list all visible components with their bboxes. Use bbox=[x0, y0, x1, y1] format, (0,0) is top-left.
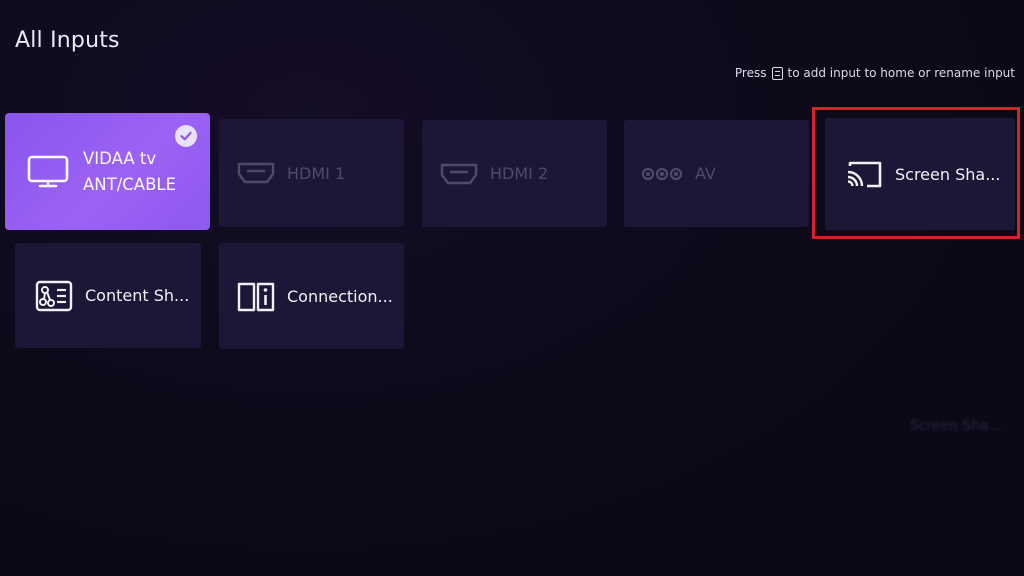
hint-text: Press to add input to home or rename inp… bbox=[735, 66, 1015, 80]
app-label-content-share: Content Sh... bbox=[85, 286, 190, 305]
input-label-line1: VIDAA tv bbox=[83, 148, 157, 168]
input-label-line2: ANT/CABLE bbox=[83, 174, 177, 194]
hdmi-icon bbox=[440, 162, 478, 186]
input-tile-hdmi-2[interactable]: HDMI 2 bbox=[422, 120, 607, 227]
app-tile-content-share[interactable]: Content Sh... bbox=[15, 243, 201, 348]
connection-guide-icon bbox=[237, 280, 275, 312]
input-tile-av[interactable]: AV bbox=[624, 120, 809, 227]
input-tile-hdmi-1[interactable]: HDMI 1 bbox=[219, 119, 404, 227]
input-label-hdmi-1: HDMI 1 bbox=[287, 163, 346, 183]
all-inputs-screen: All Inputs Press to add input to home or… bbox=[0, 0, 1024, 576]
hint-press-label: Press bbox=[734, 66, 767, 80]
app-label-connection-guide: Connection... bbox=[287, 286, 393, 306]
input-tile-screen-share[interactable]: Screen Sha... bbox=[825, 118, 1015, 230]
screen-share-icon bbox=[845, 159, 883, 189]
tv-icon bbox=[27, 155, 69, 189]
input-label-vidaa-tv: VIDAA tv ANT/CABLE bbox=[83, 146, 176, 198]
input-tile-vidaa-tv[interactable]: VIDAA tv ANT/CABLE bbox=[5, 113, 210, 230]
av-icon bbox=[641, 166, 683, 182]
input-label-av: AV bbox=[695, 164, 716, 183]
hint-action-label: to add input to home or rename input bbox=[787, 66, 1016, 80]
page-title: All Inputs bbox=[15, 28, 120, 53]
hdmi-icon bbox=[237, 161, 275, 185]
menu-key-icon bbox=[771, 66, 783, 80]
app-tile-connection-guide[interactable]: Connection... bbox=[219, 243, 404, 349]
input-label-screen-share: Screen Sha... bbox=[895, 164, 1001, 184]
ghost-label: Screen Sha... bbox=[909, 418, 1002, 434]
content-share-icon bbox=[35, 280, 73, 312]
input-label-hdmi-2: HDMI 2 bbox=[490, 164, 549, 183]
checkmark-icon bbox=[175, 125, 197, 147]
